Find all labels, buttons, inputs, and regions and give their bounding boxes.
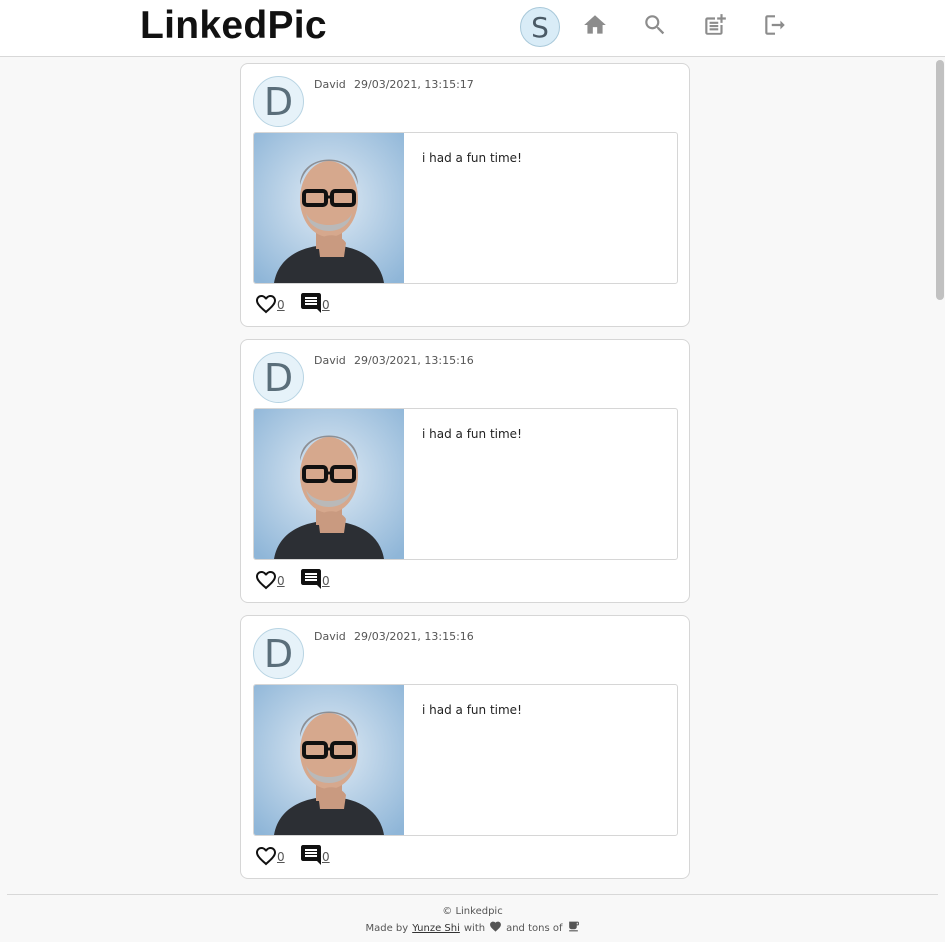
- post-photo[interactable]: [254, 409, 404, 559]
- author-name[interactable]: David: [314, 78, 346, 91]
- author-link[interactable]: Yunze Shi: [412, 923, 460, 934]
- footer-credits: Made by Yunze Shi with and tons of: [0, 920, 945, 936]
- author-avatar[interactable]: D: [253, 76, 304, 127]
- post-timestamp: 29/03/2021, 13:15:16: [354, 354, 474, 367]
- post-content: i had a fun time!: [253, 132, 678, 284]
- like-count[interactable]: 0: [277, 574, 285, 588]
- author-name[interactable]: David: [314, 630, 346, 643]
- comment-count[interactable]: 0: [322, 850, 330, 864]
- post-card: D David 29/03/2021, 13:15:16 i had a fun…: [240, 615, 690, 879]
- post-photo[interactable]: [254, 133, 404, 283]
- footer-divider: [7, 894, 938, 895]
- post-caption: i had a fun time!: [422, 427, 522, 441]
- author-name[interactable]: David: [314, 354, 346, 367]
- with-text: with: [463, 922, 486, 934]
- post-card: D David 29/03/2021, 13:15:16 i had a fun…: [240, 339, 690, 603]
- comment-icon[interactable]: [299, 567, 323, 591]
- comment-count[interactable]: 0: [322, 298, 330, 312]
- heart-icon[interactable]: [254, 568, 278, 592]
- app-logo[interactable]: LinkedPic: [140, 4, 327, 48]
- post-photo[interactable]: [254, 685, 404, 835]
- top-navbar: LinkedPic S: [0, 0, 945, 57]
- comment-icon[interactable]: [299, 291, 323, 315]
- post-content: i had a fun time!: [253, 684, 678, 836]
- comment-count[interactable]: 0: [322, 574, 330, 588]
- post-timestamp: 29/03/2021, 13:15:16: [354, 630, 474, 643]
- search-icon[interactable]: [642, 12, 668, 38]
- footer-copyright: © Linkedpic: [442, 906, 503, 917]
- author-avatar[interactable]: D: [253, 628, 304, 679]
- heart-icon[interactable]: [254, 292, 278, 316]
- like-count[interactable]: 0: [277, 298, 285, 312]
- made-by-text: Made by: [365, 922, 409, 934]
- logout-icon[interactable]: [762, 12, 788, 38]
- comment-icon[interactable]: [299, 843, 323, 867]
- home-icon[interactable]: [582, 12, 608, 38]
- heart-icon: [489, 920, 502, 936]
- post-caption: i had a fun time!: [422, 703, 522, 717]
- post-timestamp: 29/03/2021, 13:15:17: [354, 78, 474, 91]
- scrollbar-thumb[interactable]: [936, 60, 944, 300]
- tons-of-text: and tons of: [506, 922, 563, 934]
- heart-icon[interactable]: [254, 844, 278, 868]
- post-caption: i had a fun time!: [422, 151, 522, 165]
- author-avatar[interactable]: D: [253, 352, 304, 403]
- like-count[interactable]: 0: [277, 850, 285, 864]
- coffee-icon: [567, 920, 580, 936]
- user-avatar[interactable]: S: [520, 7, 560, 47]
- new-post-icon[interactable]: [702, 12, 728, 38]
- post-card: D David 29/03/2021, 13:15:17 i had a fun…: [240, 63, 690, 327]
- post-content: i had a fun time!: [253, 408, 678, 560]
